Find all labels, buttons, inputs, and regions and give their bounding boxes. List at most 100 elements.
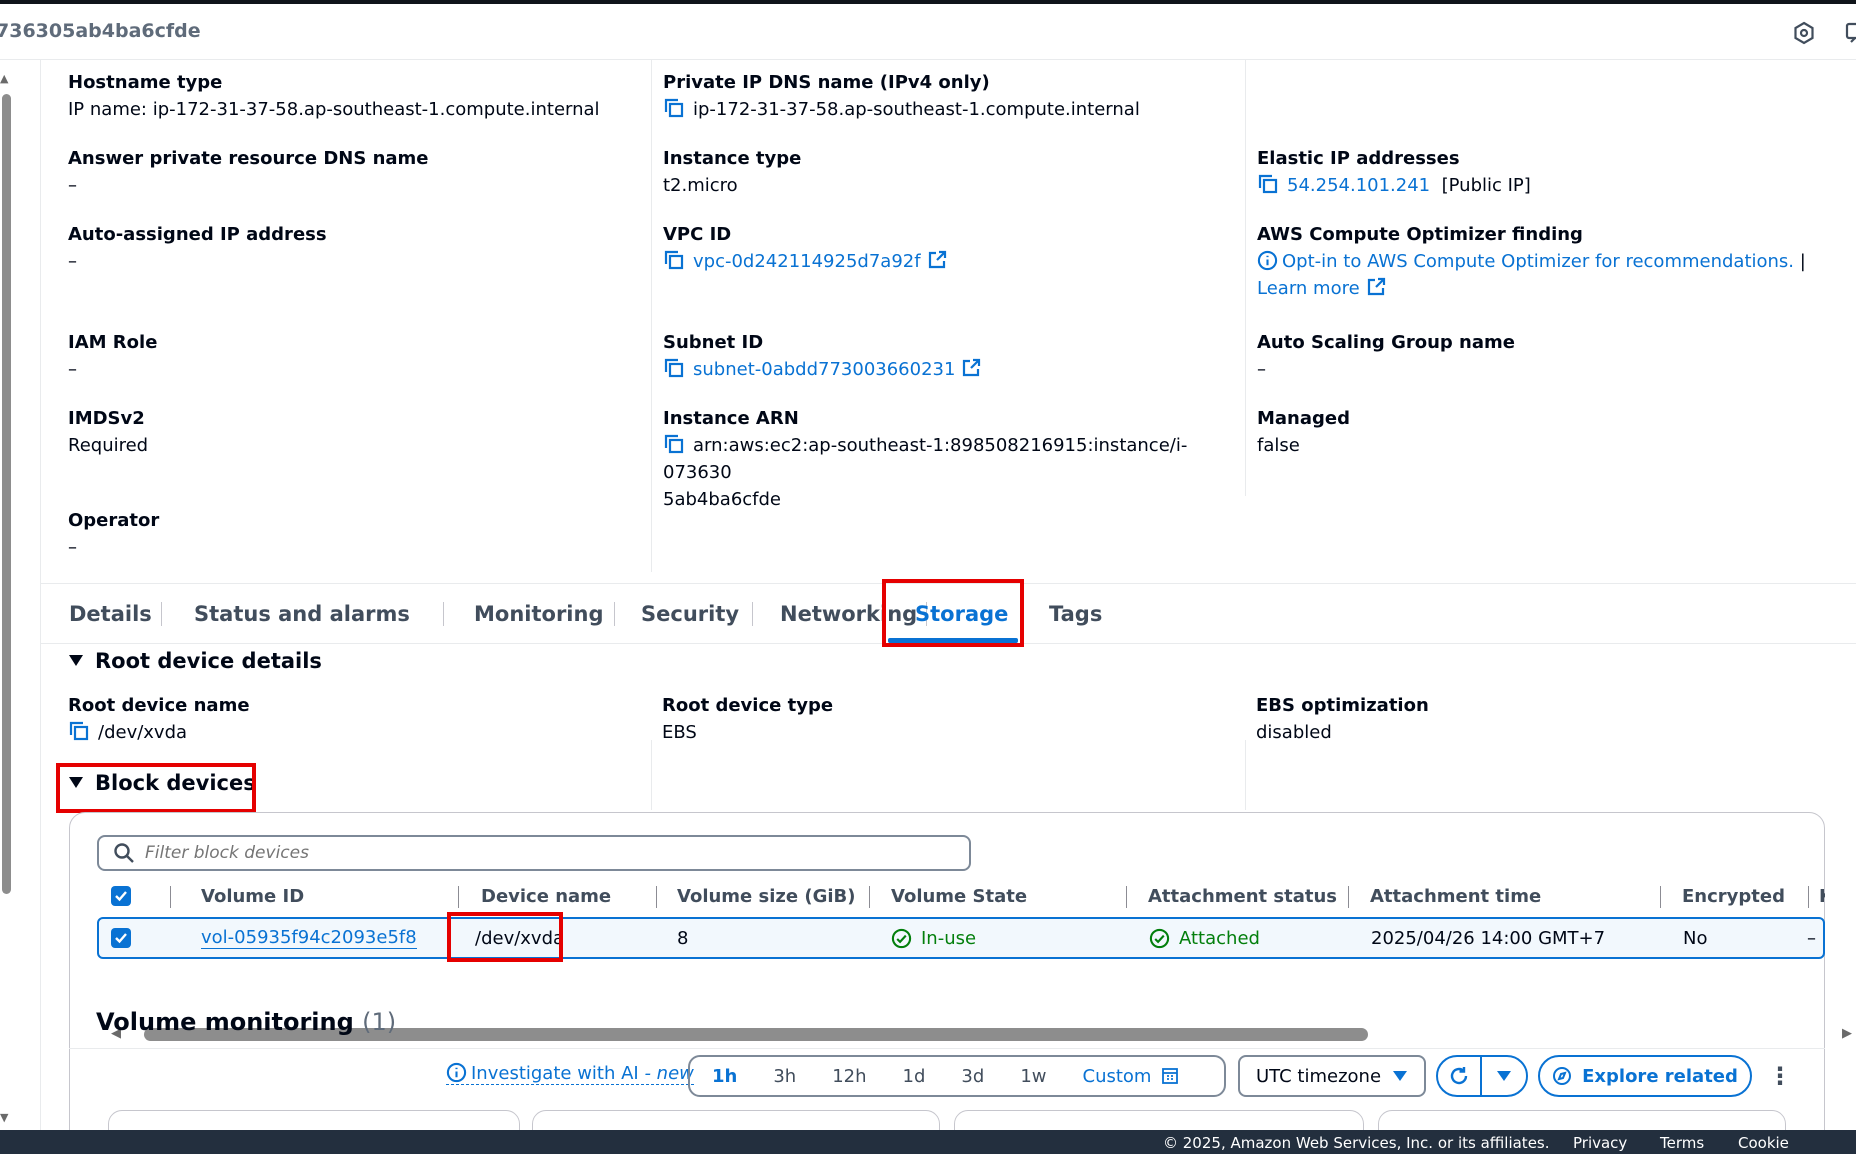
elastic-ip-link[interactable]: 54.254.101.241 xyxy=(1287,175,1430,196)
info-icon xyxy=(446,1062,467,1083)
checkbox-checked-icon[interactable] xyxy=(111,886,131,906)
copy-icon[interactable] xyxy=(1257,173,1279,195)
custom-label: Custom xyxy=(1082,1065,1152,1087)
external-link-icon[interactable] xyxy=(927,250,947,270)
field-value: – xyxy=(1257,359,1266,380)
range-3d[interactable]: 3d xyxy=(943,1057,1002,1095)
timezone-select[interactable]: UTC timezone xyxy=(1238,1055,1426,1097)
field-label: Private IP DNS name (IPv4 only) xyxy=(663,72,990,93)
column-label: Device name xyxy=(481,885,612,907)
field-label: Instance ARN xyxy=(663,408,799,429)
field-label: IAM Role xyxy=(68,332,158,353)
subnet-id-link[interactable]: subnet-0abdd773003660231 xyxy=(693,359,955,380)
volume-size-cell: 8 xyxy=(677,927,689,949)
hexagon-settings-icon[interactable] xyxy=(1792,21,1816,45)
private-dns-value: ip-172-31-37-58.ap-southeast-1.compute.i… xyxy=(693,99,1140,120)
caret-down-icon xyxy=(1497,1071,1512,1081)
elastic-ip-suffix: [Public IP] xyxy=(1441,175,1531,196)
caret-down-icon xyxy=(1393,1071,1407,1081)
tab-security[interactable]: Security xyxy=(614,584,753,643)
row-checkbox[interactable] xyxy=(111,919,171,957)
range-3h[interactable]: 3h xyxy=(755,1057,814,1095)
root-device-type-field: Root device type EBS xyxy=(662,693,1232,746)
vertical-scrollbar[interactable]: ▲ ▼ xyxy=(0,64,14,1124)
copy-icon[interactable] xyxy=(68,720,90,742)
column-label: KI xyxy=(1819,886,1825,907)
column-label: Attachment time xyxy=(1370,885,1542,907)
range-1h[interactable]: 1h xyxy=(690,1057,755,1095)
explore-related-button[interactable]: Explore related xyxy=(1538,1055,1752,1097)
tab-monitoring[interactable]: Monitoring xyxy=(443,584,615,643)
highlight-storage-tab xyxy=(882,579,1024,647)
scroll-right-arrow-icon[interactable]: ▶ xyxy=(1842,1026,1852,1041)
range-1w[interactable]: 1w xyxy=(1002,1057,1064,1095)
page-header: 736305ab4ba6cfde xyxy=(0,4,1856,60)
external-link-icon[interactable] xyxy=(961,358,981,378)
vpc-id-link[interactable]: vpc-0d242114925d7a92f xyxy=(693,251,921,272)
refresh-button[interactable] xyxy=(1438,1057,1483,1095)
volume-state-text: In-use xyxy=(921,927,977,949)
iam-role-field: IAM Role – xyxy=(68,330,638,383)
select-all-checkbox[interactable] xyxy=(111,874,171,918)
refresh-button-group xyxy=(1436,1055,1528,1097)
timezone-value: UTC timezone xyxy=(1256,1065,1382,1087)
feedback-icon[interactable] xyxy=(1844,21,1856,45)
instance-arn-value: arn:aws:ec2:ap-southeast-1:898508216915:… xyxy=(663,435,1188,483)
copy-icon[interactable] xyxy=(663,357,685,379)
volume-id-link[interactable]: vol-05935f94c2093e5f8 xyxy=(201,927,417,949)
field-value: – xyxy=(68,359,77,380)
root-device-details-heading[interactable]: Root device details xyxy=(69,649,322,673)
checkbox-checked-icon[interactable] xyxy=(111,928,131,948)
column-label: Encrypted xyxy=(1682,885,1785,907)
footer-privacy-link[interactable]: Privacy xyxy=(1573,1134,1627,1152)
column-volume-id[interactable]: Volume ID xyxy=(171,874,459,918)
refresh-icon xyxy=(1450,1067,1468,1085)
scroll-down-arrow-icon[interactable]: ▼ xyxy=(0,1111,8,1124)
tab-label: Tags xyxy=(1049,601,1103,626)
column-label: Volume ID xyxy=(201,885,305,907)
column-attachment-status[interactable]: Attachment status xyxy=(1127,874,1349,918)
learn-more-link[interactable]: Learn more xyxy=(1257,278,1360,299)
column-attachment-time[interactable]: Attachment time xyxy=(1349,874,1661,918)
field-label: Operator xyxy=(68,510,160,531)
column-volume-size[interactable]: Volume size (GiB) xyxy=(657,874,870,918)
footer-cookie-link[interactable]: Cookie preferences xyxy=(1738,1134,1856,1154)
range-custom[interactable]: Custom xyxy=(1065,1057,1188,1095)
tab-status-and-alarms[interactable]: Status and alarms xyxy=(161,584,444,643)
compute-optimizer-link[interactable]: Opt-in to AWS Compute Optimizer for reco… xyxy=(1282,251,1794,272)
scroll-up-arrow-icon[interactable]: ▲ xyxy=(0,72,8,85)
copy-icon[interactable] xyxy=(663,97,685,119)
column-label: Attachment status xyxy=(1148,885,1338,907)
field-label: Instance type xyxy=(663,148,802,169)
vertical-scroll-thumb[interactable] xyxy=(2,94,11,894)
column-divider xyxy=(1245,740,1246,810)
field-label: Auto Scaling Group name xyxy=(1257,332,1515,353)
column-encrypted[interactable]: Encrypted xyxy=(1661,874,1809,918)
refresh-options-dropdown[interactable] xyxy=(1482,1057,1526,1095)
filter-block-devices-input[interactable] xyxy=(97,835,971,871)
tab-tags[interactable]: Tags xyxy=(1049,584,1149,643)
ki-cell: – xyxy=(1807,927,1816,949)
field-value: – xyxy=(68,537,77,558)
instance-summary-grid: Hostname type IP name: ip-172-31-37-58.a… xyxy=(41,60,1856,580)
volume-monitoring-divider xyxy=(69,1048,1825,1049)
highlight-block-devices xyxy=(56,763,256,813)
footer-terms-link[interactable]: Terms xyxy=(1660,1134,1704,1152)
tab-label: Security xyxy=(641,601,740,626)
tab-details[interactable]: Details xyxy=(41,584,162,643)
investigate-with-ai-link[interactable]: Investigate with AI - new xyxy=(446,1062,694,1085)
range-1d[interactable]: 1d xyxy=(885,1057,944,1095)
column-volume-state[interactable]: Volume State xyxy=(870,874,1127,918)
separator: | xyxy=(1799,251,1806,272)
column-ki[interactable]: KI xyxy=(1809,874,1825,918)
filter-text[interactable] xyxy=(145,843,945,863)
copy-icon[interactable] xyxy=(663,249,685,271)
copy-icon[interactable] xyxy=(663,433,685,455)
more-options-icon[interactable]: ⋮ xyxy=(1768,1062,1792,1090)
table-row[interactable]: vol-05935f94c2093e5f8 /dev/xvda 8 In-use… xyxy=(97,917,1825,959)
field-value: – xyxy=(68,251,77,272)
field-value: EBS xyxy=(662,722,697,743)
external-link-icon[interactable] xyxy=(1366,277,1386,297)
field-label: IMDSv2 xyxy=(68,408,145,429)
range-12h[interactable]: 12h xyxy=(814,1057,884,1095)
